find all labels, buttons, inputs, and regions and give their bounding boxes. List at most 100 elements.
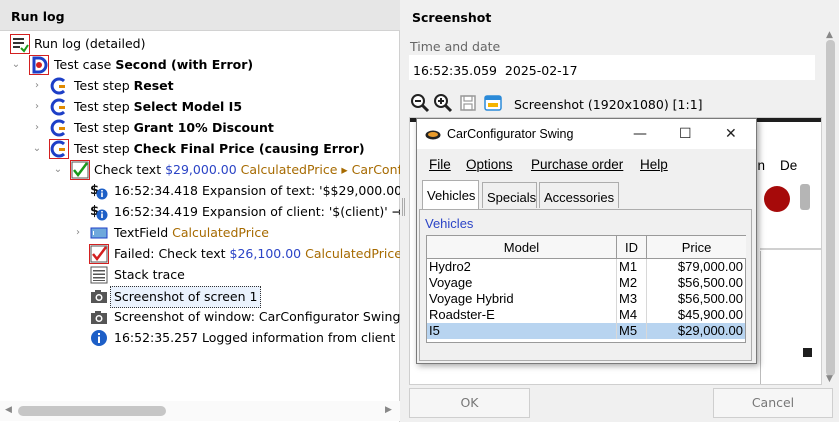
info-variable-icon: $: [90, 204, 108, 221]
record-button-icon: [764, 186, 790, 212]
tree-label: Stack trace: [114, 267, 185, 282]
car-logo-icon: [425, 130, 441, 140]
tree-label: Run log (detailed): [34, 36, 146, 51]
test-step-icon: [50, 77, 66, 95]
time-date-field[interactable]: [409, 55, 815, 80]
cell-price: $45,900.00: [677, 307, 743, 322]
check-value: $26,100.00: [229, 246, 302, 261]
scrollbar-thumb[interactable]: [826, 40, 835, 376]
close-icon: ✕: [725, 126, 737, 142]
scroll-down-icon[interactable]: ▼: [826, 374, 833, 384]
test-step-error-icon: [49, 139, 69, 159]
tree-item-expansion-text[interactable]: $ 16:52:34.418 Expansion of text: '$$29,…: [0, 181, 400, 201]
tree-item-textfield[interactable]: › TextField CalculatedPrice: [0, 223, 400, 243]
chevron-right-icon[interactable]: ›: [31, 97, 43, 117]
tree-item-expansion-client[interactable]: $ 16:52:34.419 Expansion of client: '$(c…: [0, 202, 400, 222]
failed-check-icon: [89, 244, 109, 264]
tree-label: 16:52:35.257 Logged information from cli…: [114, 330, 396, 345]
tree-item-screenshot-window[interactable]: Screenshot of window: CarConfigurator Sw…: [0, 307, 400, 327]
tree-item-test-step-reset[interactable]: › Test step Reset: [0, 76, 400, 96]
background-panel: [760, 251, 821, 384]
tree-label-prefix: Test step: [74, 141, 134, 156]
vehicles-panel: Vehicles Model ID Price Hydro2 M1 $79,00…: [419, 209, 752, 361]
ok-button[interactable]: OK: [409, 388, 530, 418]
background-square: [803, 348, 812, 357]
tree-label: 16:52:34.418 Expansion of text: '$$29,00…: [114, 183, 400, 198]
vertical-scrollbar[interactable]: ▲ ▼: [822, 30, 839, 384]
chevron-down-icon[interactable]: ⌄: [52, 160, 64, 180]
table-row: Voyage M2 $56,500.00: [427, 275, 745, 291]
cell-id: M5: [617, 323, 647, 339]
cell-price: $79,000.00: [677, 259, 743, 274]
tree-item-stack-trace[interactable]: Stack trace: [0, 265, 400, 285]
tree-label-name: Second (with Error): [115, 57, 254, 72]
table-row-selected: I5 M5 $29,000.00: [427, 323, 745, 339]
textfield-icon: [90, 227, 108, 239]
tree-item-screenshot-screen[interactable]: Screenshot of screen 1: [0, 286, 400, 308]
scrollbar-thumb[interactable]: [18, 406, 166, 416]
window-menubar: File Options Purchase order Help: [417, 150, 756, 176]
chevron-right-icon[interactable]: ›: [31, 76, 43, 96]
component-reference: CalculatedPrice ▸ CarConfi: [240, 162, 400, 177]
info-icon: [91, 330, 107, 346]
column-header-price: Price: [647, 236, 746, 259]
component-reference: CalculatedPrice: [305, 246, 400, 261]
vehicles-table: Model ID Price Hydro2 M1 $79,000.00 Voya…: [426, 235, 746, 343]
horizontal-scrollbar[interactable]: ◀ ▶: [0, 401, 400, 421]
cell-model: Hydro2: [427, 259, 617, 275]
tree-item-test-step-discount[interactable]: › Test step Grant 10% Discount: [0, 118, 400, 138]
cell-price: $29,000.00: [677, 323, 743, 338]
maximize-icon: ☐: [679, 126, 692, 142]
zoom-out-icon[interactable]: [410, 93, 430, 113]
tree-item-check-text[interactable]: ⌄ Check text $29,000.00 CalculatedPrice …: [0, 160, 400, 180]
scroll-left-icon[interactable]: ◀: [5, 405, 12, 415]
tab-specials: Specials: [482, 182, 537, 208]
zoom-in-icon[interactable]: [433, 93, 453, 113]
tab-vehicles: Vehicles: [422, 180, 479, 209]
tree-label-name: Select Model I5: [133, 99, 243, 114]
window-icon[interactable]: [483, 93, 503, 113]
chevron-down-icon[interactable]: ⌄: [31, 139, 43, 159]
tree-item-test-case[interactable]: ⌄ Test case Second (with Error): [0, 55, 400, 75]
cell-price: $56,500.00: [677, 275, 743, 290]
tree-label-prefix: Test step: [74, 99, 134, 114]
scroll-up-icon[interactable]: ▲: [826, 30, 833, 40]
cell-price: $56,500.00: [677, 291, 743, 306]
cell-id: M3: [617, 291, 647, 307]
table-row: Voyage Hybrid M3 $56,500.00: [427, 291, 745, 307]
vehicles-label: Vehicles: [425, 216, 474, 231]
check-text-icon: [70, 160, 90, 180]
screenshot-panel: Screenshot Time and date Screenshot (192…: [408, 0, 839, 422]
tree-label: Screenshot of window: CarConfigurator Sw…: [114, 309, 400, 324]
splitter-grip-icon[interactable]: [402, 198, 405, 216]
chevron-right-icon[interactable]: ›: [31, 118, 43, 138]
tree-label-prefix: Test case: [54, 57, 116, 72]
tab-accessories: Accessories: [539, 182, 619, 208]
cancel-button[interactable]: Cancel: [713, 388, 833, 418]
tree-item-failed-check[interactable]: Failed: Check text $26,100.00 Calculated…: [0, 244, 400, 264]
cell-model: Roadster-E: [427, 307, 617, 323]
menu-help: Help: [640, 157, 668, 172]
camera-icon: [91, 311, 107, 324]
background-menu-text: un De: [750, 158, 798, 173]
chevron-down-icon[interactable]: ⌄: [10, 55, 22, 75]
menu-options: Options: [466, 157, 513, 172]
tree-item-test-step-check-price[interactable]: ⌄ Test step Check Final Price (causing E…: [0, 139, 400, 159]
carconfigurator-window: CarConfigurator Swing — ☐ ✕ File Options…: [416, 118, 757, 364]
window-title: CarConfigurator Swing: [447, 127, 574, 141]
tree-label-selected: Screenshot of screen 1: [110, 286, 262, 308]
tree-item-logged-info[interactable]: 16:52:35.257 Logged information from cli…: [0, 328, 400, 348]
stack-trace-icon: [90, 266, 108, 284]
pane-splitter[interactable]: [400, 0, 408, 422]
screenshot-image[interactable]: un De CarConfigurator Swing — ☐ ✕ File O…: [409, 117, 822, 385]
column-header-id: ID: [617, 236, 647, 259]
menu-purchase-order: Purchase order: [531, 157, 624, 172]
camera-icon: [91, 290, 107, 303]
screenshot-caption: Screenshot (1920x1080) [1:1]: [514, 97, 703, 112]
save-icon[interactable]: [458, 93, 478, 113]
tree-item-run-log[interactable]: Run log (detailed): [0, 34, 400, 54]
tree-item-test-step-select-model[interactable]: › Test step Select Model I5: [0, 97, 400, 117]
scroll-right-icon[interactable]: ▶: [385, 405, 392, 415]
chevron-right-icon[interactable]: ›: [72, 223, 84, 243]
minimize-icon: —: [633, 126, 647, 142]
